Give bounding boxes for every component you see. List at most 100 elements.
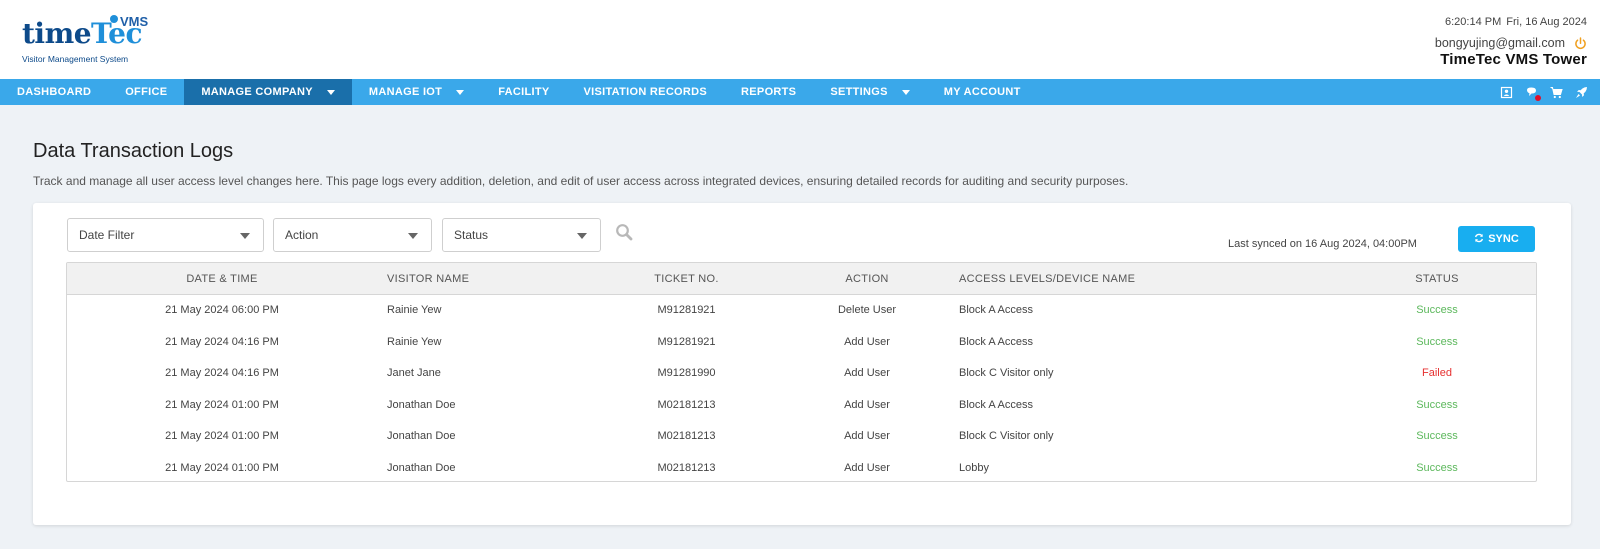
cell-visitor-name: Jonathan Doe [387,430,456,442]
cell-status: Success [1416,335,1458,348]
chevron-down-icon [577,233,587,239]
column-header-access-levels[interactable]: ACCESS LEVELS/DEVICE NAME [959,263,1135,295]
status-filter-select[interactable]: Status [442,218,601,252]
action-filter-value: Action [285,228,319,242]
nav-manage-company[interactable]: MANAGE COMPANY [184,79,352,105]
cart-icon[interactable] [1550,86,1563,99]
cell-ticket-no: M02181213 [657,461,716,474]
rocket-icon[interactable] [1575,86,1588,99]
date-filter-select[interactable]: Date Filter [67,218,264,252]
nav-label: DASHBOARD [17,86,92,98]
chat-notification-icon[interactable] [1525,86,1541,101]
nav-icon-group [1500,79,1588,105]
status-filter-value: Status [454,228,489,242]
sync-button-label: SYNC [1488,233,1519,245]
header-clock: 6:20:14 PM Fri, 16 Aug 2024 [1435,16,1587,28]
contact-card-icon[interactable] [1500,86,1513,99]
cell-visitor-name: Rainie Yew [387,304,442,316]
nav-settings[interactable]: SETTINGS [813,79,926,105]
cell-action: Add User [844,367,890,379]
last-synced-text: Last synced on 16 Aug 2024, 04:00PM [1228,238,1417,250]
nav-facility[interactable]: FACILITY [481,79,566,105]
cell-visitor-name: Janet Jane [387,367,441,379]
cell-action: Add User [844,398,890,411]
cell-status: Success [1416,304,1458,316]
chevron-down-icon [901,89,910,95]
table-row[interactable]: 21 May 2024 04:16 PM Janet Jane M9128199… [67,358,1536,390]
sync-button[interactable]: SYNC [1458,226,1535,252]
chevron-down-icon [326,89,335,95]
page-description: Track and manage all user access level c… [33,174,1129,188]
cell-action: Add User [844,430,890,442]
cell-status: Success [1416,430,1458,442]
nav-dashboard[interactable]: DASHBOARD [0,79,108,105]
nav-manage-iot[interactable]: MANAGE IOT [352,79,481,105]
chevron-down-icon [456,89,465,95]
nav-label: MY ACCOUNT [943,86,1021,98]
header-account-info: 6:20:14 PM Fri, 16 Aug 2024 bongyujing@gm… [1435,16,1587,68]
logo-word-suffix: Tec [91,17,143,50]
column-header-visitor-name[interactable]: VISITOR NAME [387,263,469,295]
cell-visitor-name: Rainie Yew [387,335,442,348]
nav-office[interactable]: OFFICE [108,79,184,105]
nav-label: MANAGE COMPANY [201,86,313,98]
cell-status: Success [1416,398,1458,411]
logo-word-prefix: time [22,17,92,50]
cell-action: Add User [844,335,890,348]
table-row[interactable]: 21 May 2024 01:00 PM Jonathan Doe M02181… [67,390,1536,422]
chevron-down-icon [408,233,418,239]
logo-subtitle: Visitor Management System [22,54,129,64]
nav-label: SETTINGS [830,86,888,98]
table-header: DATE & TIME VISITOR NAME TICKET NO. ACTI… [67,263,1536,295]
cell-access-level: Block C Visitor only [959,367,1054,379]
cell-date-time: 21 May 2024 01:00 PM [165,461,279,474]
clock-time: 6:20:14 PM [1445,16,1502,28]
cell-status: Failed [1422,367,1452,379]
timetec-vms-logo[interactable]: VMS timeTec Visitor Management System [22,14,152,66]
power-icon[interactable] [1574,36,1587,50]
cell-date-time: 21 May 2024 04:16 PM [165,367,279,379]
building-name: TimeTec VMS Tower [1440,51,1587,68]
table-row[interactable]: 21 May 2024 04:16 PM Rainie Yew M9128192… [67,327,1536,359]
transaction-logs-table: DATE & TIME VISITOR NAME TICKET NO. ACTI… [66,262,1537,482]
cell-date-time: 21 May 2024 01:00 PM [165,398,279,411]
column-header-date-time[interactable]: DATE & TIME [147,263,297,295]
table-row[interactable]: 21 May 2024 06:00 PM Rainie Yew M9128192… [67,295,1536,327]
search-icon[interactable] [615,223,633,241]
cell-access-level: Block A Access [959,335,1033,348]
logo-wordmark: timeTec [22,17,143,50]
page-title: Data Transaction Logs [33,140,234,162]
table-body: 21 May 2024 06:00 PM Rainie Yew M9128192… [67,295,1536,482]
action-filter-select[interactable]: Action [273,218,432,252]
column-header-status[interactable]: STATUS [1407,263,1467,295]
cell-date-time: 21 May 2024 01:00 PM [165,430,279,442]
cell-date-time: 21 May 2024 04:16 PM [165,335,279,348]
cell-ticket-no: M91281990 [657,367,716,379]
user-row: bongyujing@gmail.com [1435,36,1587,50]
nav-visitation-records[interactable]: VISITATION RECORDS [566,79,724,105]
nav-label: REPORTS [741,86,797,98]
nav-label: OFFICE [125,86,168,98]
cell-access-level: Block C Visitor only [959,430,1054,442]
cell-visitor-name: Jonathan Doe [387,461,456,474]
cell-ticket-no: M02181213 [657,430,716,442]
cell-access-level: Block A Access [959,304,1033,316]
main-nav: DASHBOARD OFFICE MANAGE COMPANY MANAGE I… [0,79,1600,105]
logs-card: Date Filter Action Status Last synced on… [33,203,1571,525]
table-row[interactable]: 21 May 2024 01:00 PM Jonathan Doe M02181… [67,453,1536,482]
user-email: bongyujing@gmail.com [1434,36,1565,50]
nav-label: MANAGE IOT [368,86,443,98]
cell-access-level: Lobby [959,461,989,474]
chevron-down-icon [240,233,250,239]
column-header-ticket-no[interactable]: TICKET NO. [654,263,719,295]
notification-badge [1535,94,1541,101]
nav-label: VISITATION RECORDS [583,86,708,98]
clock-date: Fri, 16 Aug 2024 [1506,16,1587,28]
column-header-action[interactable]: ACTION [827,263,907,295]
date-filter-value: Date Filter [79,228,135,242]
table-row[interactable]: 21 May 2024 01:00 PM Jonathan Doe M02181… [67,421,1536,453]
cell-action: Delete User [837,304,897,316]
nav-reports[interactable]: REPORTS [724,79,813,105]
cell-access-level: Block A Access [959,398,1033,411]
nav-my-account[interactable]: MY ACCOUNT [927,79,1038,105]
